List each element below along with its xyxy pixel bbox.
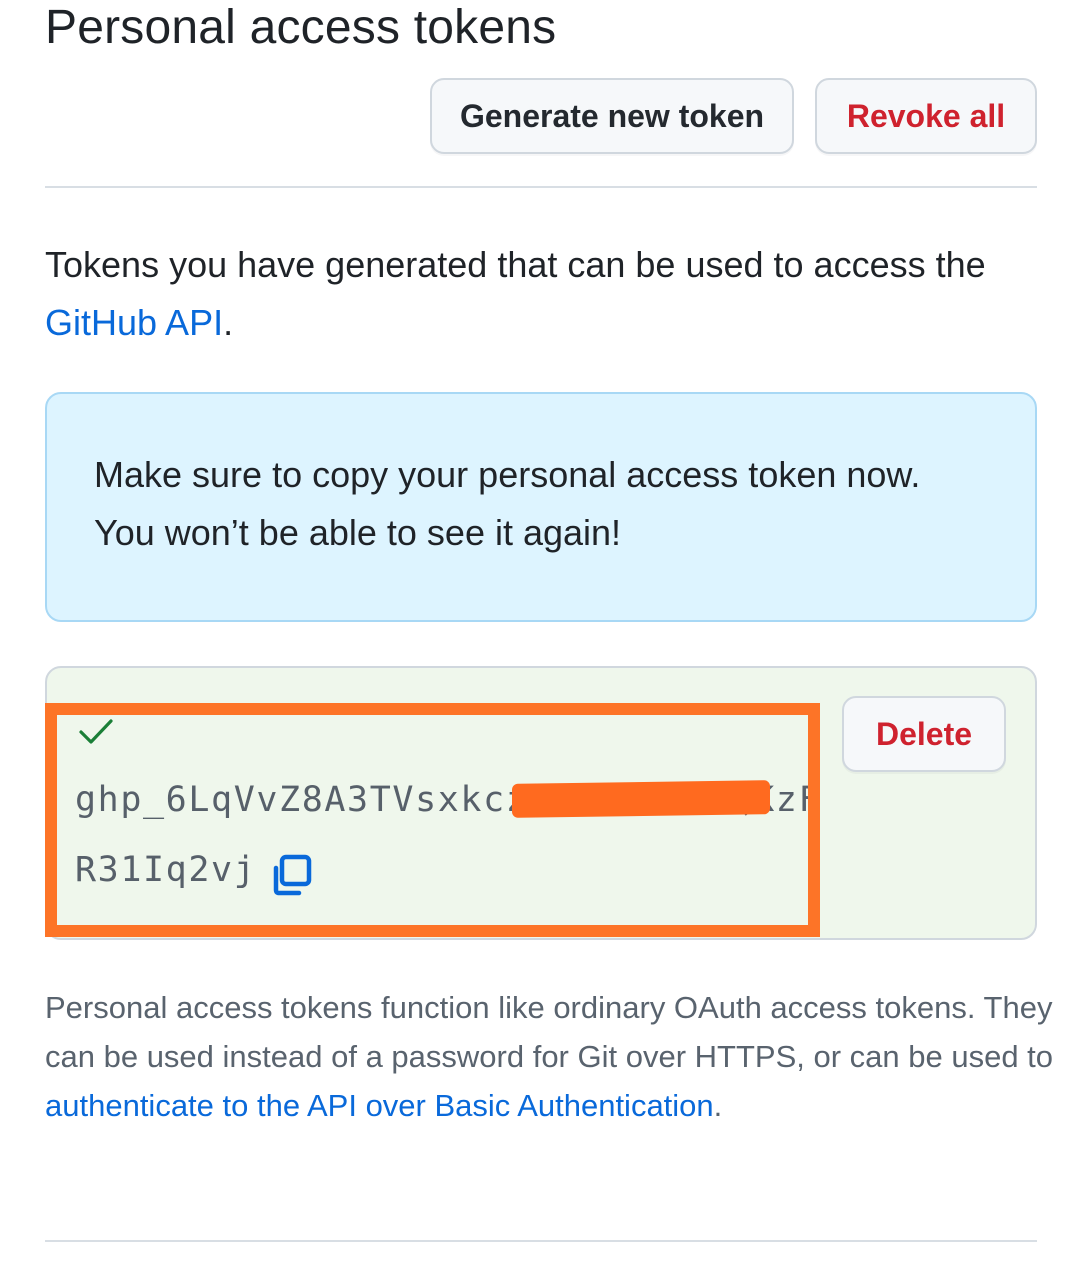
header-divider xyxy=(45,186,1037,188)
intro-text: Tokens you have generated that can be us… xyxy=(45,236,1035,352)
token-note-start: Personal access tokens function like ord… xyxy=(45,990,1054,1074)
flash-text: Make sure to copy your personal access t… xyxy=(94,446,1014,562)
token-settings-page: Personal access tokens Generate new toke… xyxy=(0,0,1080,1274)
revoke-all-button[interactable]: Revoke all xyxy=(815,78,1037,154)
copy-token-flash-message: Make sure to copy your personal access t… xyxy=(45,392,1037,622)
intro-text-end: . xyxy=(223,302,234,343)
footer-divider xyxy=(45,1240,1037,1242)
page-title: Personal access tokens xyxy=(45,1,557,54)
basic-authentication-link[interactable]: authenticate to the API over Basic Authe… xyxy=(45,1088,714,1123)
token-note-end: . xyxy=(713,1088,723,1123)
token-note: Personal access tokens function like ord… xyxy=(45,983,1055,1130)
generate-new-token-button[interactable]: Generate new token xyxy=(430,78,794,154)
token-highlight-frame xyxy=(45,703,820,937)
intro-text-start: Tokens you have generated that can be us… xyxy=(45,244,986,285)
flash-line-2: You won’t be able to see it again! xyxy=(94,512,622,553)
github-api-link[interactable]: GitHub API xyxy=(45,302,223,343)
flash-line-1: Make sure to copy your personal access t… xyxy=(94,454,921,495)
delete-token-button[interactable]: Delete xyxy=(842,696,1006,772)
